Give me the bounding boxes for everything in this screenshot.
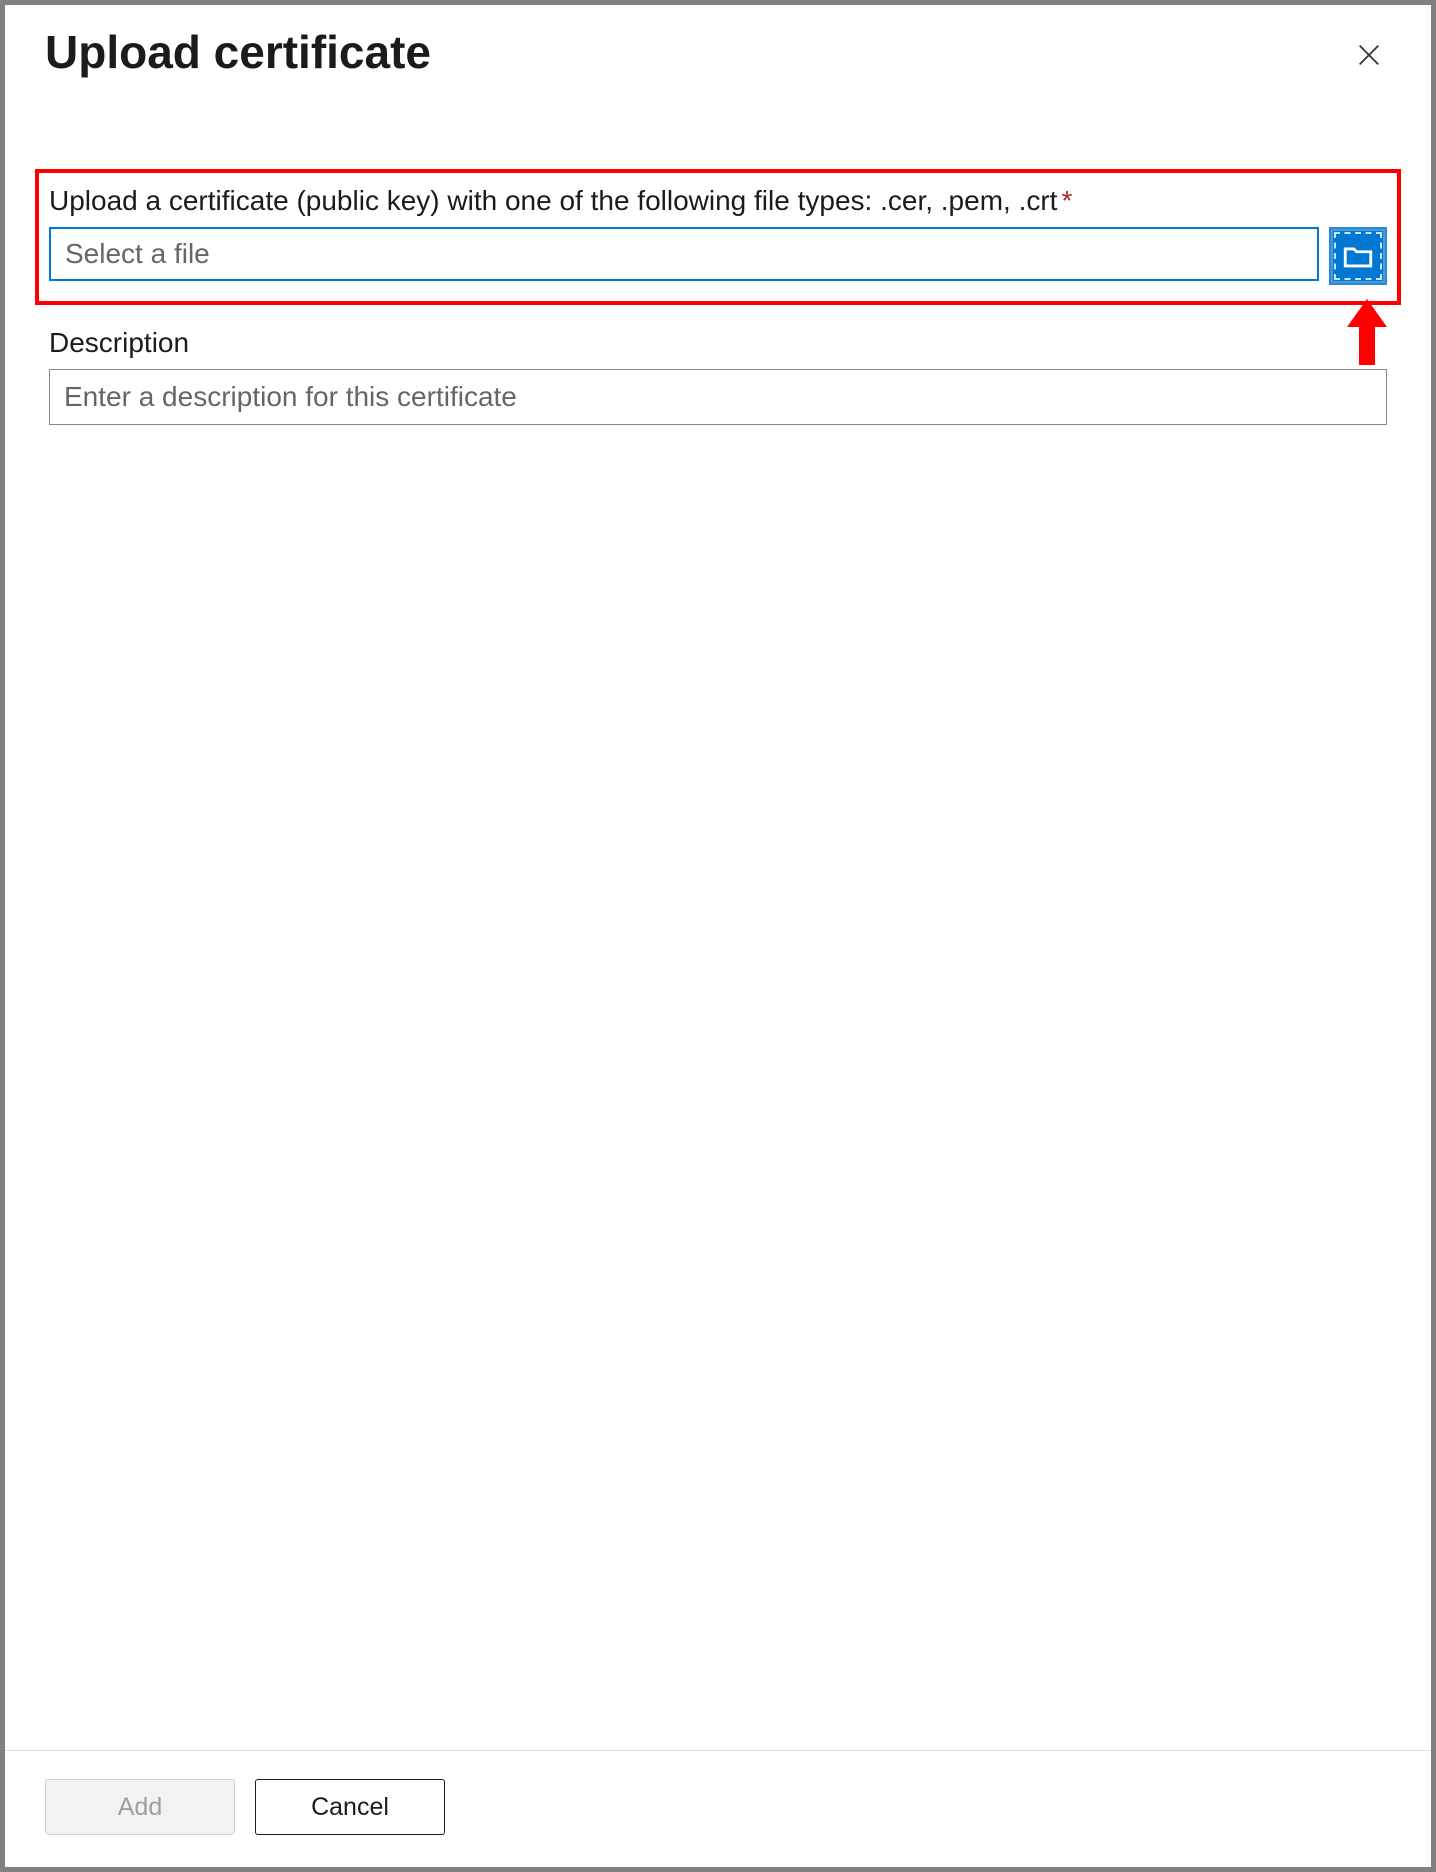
close-icon xyxy=(1355,41,1383,69)
folder-icon xyxy=(1341,239,1375,273)
dialog-header: Upload certificate xyxy=(5,5,1431,79)
file-input-row xyxy=(49,227,1387,285)
file-path-input[interactable] xyxy=(49,227,1319,281)
cancel-button[interactable]: Cancel xyxy=(255,1779,445,1835)
dialog-body: Upload a certificate (public key) with o… xyxy=(5,79,1431,1750)
description-input[interactable] xyxy=(49,369,1387,425)
file-upload-highlight: Upload a certificate (public key) with o… xyxy=(35,169,1401,305)
close-button[interactable] xyxy=(1347,33,1391,77)
file-upload-label: Upload a certificate (public key) with o… xyxy=(49,185,1387,217)
dialog-title: Upload certificate xyxy=(45,25,431,79)
add-button[interactable]: Add xyxy=(45,1779,235,1835)
upload-certificate-dialog: Upload certificate Upload a certificate … xyxy=(5,5,1431,1867)
annotation-arrow xyxy=(1345,297,1389,372)
description-label: Description xyxy=(49,327,1387,359)
arrow-up-icon xyxy=(1345,297,1389,367)
file-upload-label-text: Upload a certificate (public key) with o… xyxy=(49,185,1057,217)
required-indicator: * xyxy=(1061,185,1072,217)
description-group: Description xyxy=(35,327,1401,425)
dialog-footer: Add Cancel xyxy=(5,1750,1431,1867)
browse-file-button[interactable] xyxy=(1329,227,1387,285)
